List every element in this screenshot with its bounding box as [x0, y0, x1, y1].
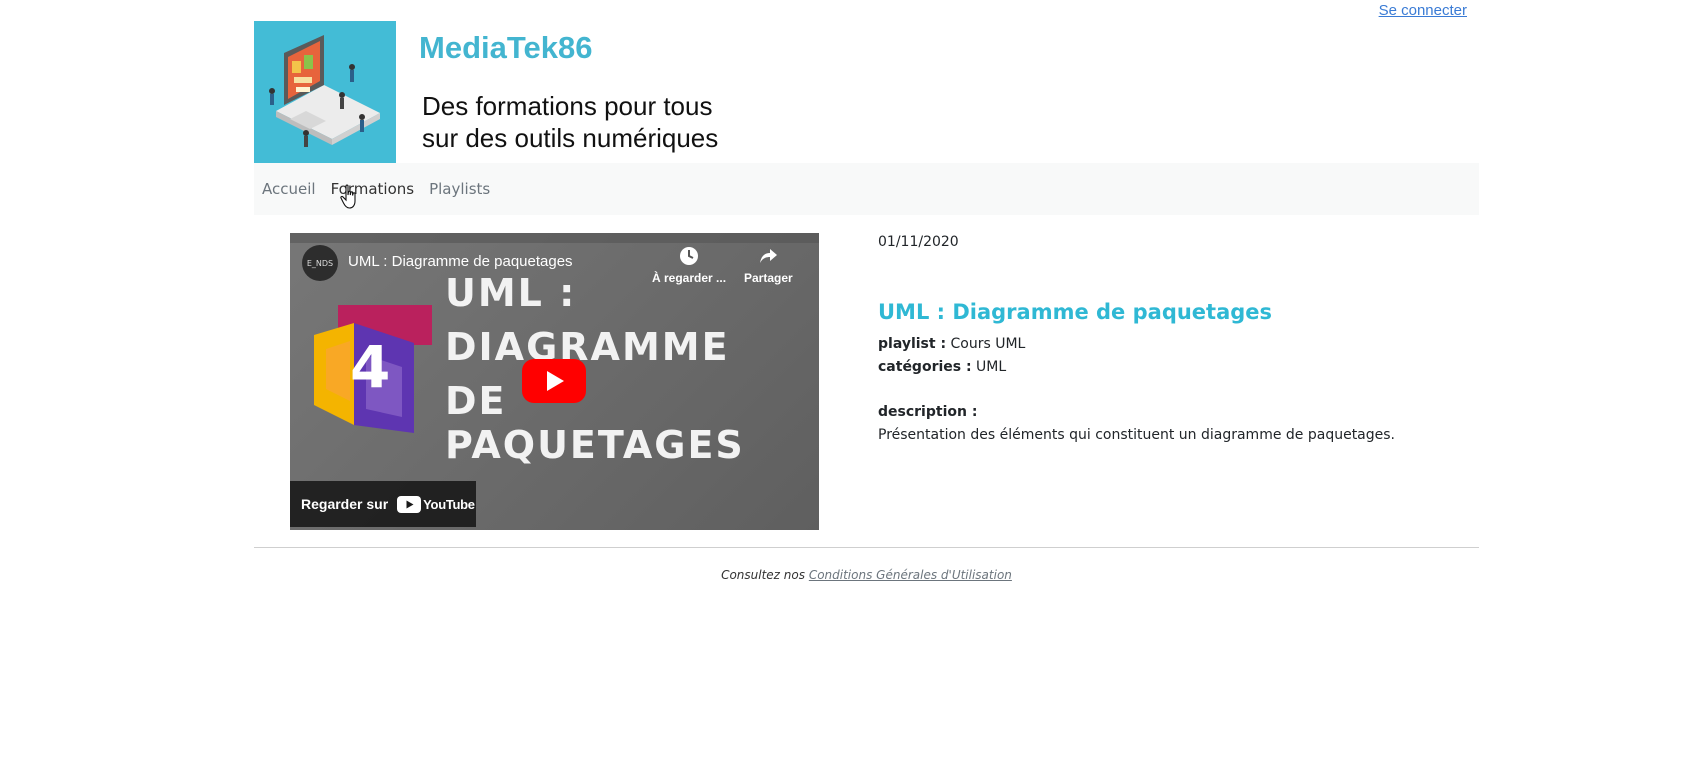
watch-on-label: Regarder sur — [301, 496, 389, 512]
categories-label: catégories : — [878, 359, 972, 375]
thumbnail-text-line-2: DIAGRAMME — [445, 325, 730, 369]
hand-cursor-icon — [340, 184, 356, 209]
channel-avatar[interactable]: E_NDS — [302, 245, 338, 281]
description-label: description : — [878, 404, 978, 420]
thumbnail-text-line-1: UML : — [445, 271, 577, 315]
watch-later-button[interactable]: À regarder ... — [652, 245, 726, 285]
share-arrow-icon — [760, 249, 778, 263]
youtube-wordmark: YouTube — [423, 496, 475, 512]
play-button-icon[interactable] — [522, 359, 586, 403]
playlist-label: playlist : — [878, 336, 947, 352]
watch-on-youtube-button[interactable]: Regarder sur YouTube — [290, 481, 476, 527]
description-text: Présentation des éléments qui constituen… — [878, 427, 1396, 443]
formation-date: 01/11/2020 — [878, 234, 959, 250]
footer-divider — [254, 547, 1479, 548]
terms-link[interactable]: Conditions Générales d'Utilisation — [809, 568, 1012, 582]
clock-icon — [680, 247, 699, 265]
footer: Consultez nos Conditions Générales d'Uti… — [254, 568, 1479, 582]
login-link[interactable]: Se connecter — [1379, 2, 1467, 19]
uml-logo-number: 4 — [350, 333, 391, 401]
share-label: Partager — [744, 271, 793, 285]
footer-prefix: Consultez nos — [721, 568, 805, 582]
main-navbar: Accueil Formations Playlists — [254, 163, 1479, 215]
video-player[interactable]: E_NDS UML : Diagramme de paquetages À re… — [290, 233, 819, 530]
tagline-line-1: Des formations pour tous — [422, 91, 713, 121]
youtube-play-icon — [397, 495, 422, 513]
watch-later-label: À regarder ... — [652, 271, 727, 285]
formation-playlist: playlist : Cours UML — [878, 336, 1025, 352]
formation-title: UML : Diagramme de paquetages — [878, 300, 1273, 324]
site-logo[interactable] — [254, 21, 396, 163]
nav-item-playlists[interactable]: Playlists — [429, 180, 490, 198]
page-container: Se connecter MediaTek86 Des formations p… — [254, 0, 1479, 772]
laptop-illustration-icon — [254, 21, 396, 163]
video-thumbnail-toolbar — [290, 233, 819, 243]
video-title[interactable]: UML : Diagramme de paquetages — [348, 253, 573, 270]
share-button[interactable]: Partager — [744, 245, 793, 285]
brand-title: MediaTek86 — [419, 30, 593, 65]
categories-value: UML — [976, 359, 1007, 375]
nav-item-accueil[interactable]: Accueil — [262, 180, 316, 198]
youtube-logo: YouTube — [397, 495, 475, 513]
tagline-line-2: sur des outils numériques — [422, 123, 719, 153]
formation-categories: catégories : UML — [878, 359, 1006, 375]
thumbnail-text-line-3: DE PAQUETAGES — [445, 379, 745, 467]
playlist-value: Cours UML — [950, 336, 1026, 352]
tagline: Des formations pour tous sur des outils … — [422, 90, 718, 154]
